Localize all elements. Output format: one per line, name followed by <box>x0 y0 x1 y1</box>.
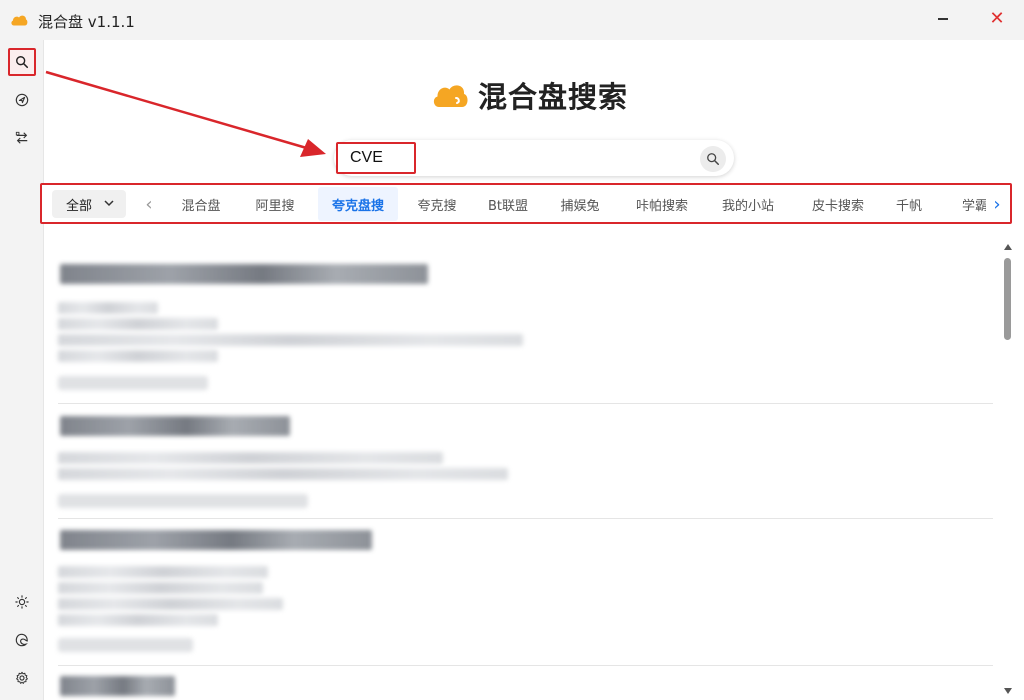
tab-source[interactable]: 捕娱兔 <box>551 187 609 221</box>
tabs-next-button[interactable]: › <box>986 189 1008 219</box>
close-button[interactable]: ✕ <box>986 8 1008 30</box>
tab-source[interactable]: 夸克盘搜 <box>318 187 398 221</box>
tab-source[interactable]: 皮卡搜索 <box>800 187 876 221</box>
results-list <box>44 240 1004 700</box>
sun-icon <box>15 595 29 609</box>
tab-source[interactable]: 混合盘 <box>166 187 236 221</box>
title-bar: 混合盘 v1.1.1 ✕ <box>0 0 1024 40</box>
scroll-down-arrow-icon[interactable] <box>1004 688 1012 694</box>
result-line <box>58 318 218 330</box>
cloud-logo-icon <box>11 15 28 26</box>
search-input[interactable] <box>336 142 416 174</box>
result-line <box>58 566 268 578</box>
results-scrollbar[interactable] <box>1002 240 1014 700</box>
minimize-icon <box>938 18 948 20</box>
gear-icon <box>16 671 28 684</box>
sidebar-item-theme[interactable] <box>8 588 36 616</box>
sidebar-item-send[interactable] <box>8 86 36 114</box>
chevron-down-icon <box>104 200 114 207</box>
result-line <box>58 452 443 464</box>
edge-icon <box>15 633 28 647</box>
result-line <box>58 302 158 314</box>
scroll-thumb[interactable] <box>1004 258 1011 340</box>
tab-source[interactable]: 千帆 <box>884 187 934 221</box>
sidebar-item-transfer[interactable] <box>8 124 36 152</box>
result-line <box>58 334 523 346</box>
source-tabs-bar: 全部 ‹ 混合盘 阿里搜 夸克盘搜 夸克搜 Bt联盟 捕娱兔 咔帕搜索 我的小站 皮卡搜索 千帆学… <box>40 183 1012 224</box>
result-tags <box>58 376 208 390</box>
minimize-button[interactable] <box>932 8 954 30</box>
search-bar <box>334 140 734 176</box>
search-button[interactable] <box>700 146 726 172</box>
result-title[interactable] <box>60 264 428 284</box>
result-line <box>58 582 263 594</box>
sidebar <box>0 40 44 700</box>
result-title[interactable] <box>60 676 175 696</box>
sidebar-item-edge[interactable] <box>8 626 36 654</box>
page-title: 混合盘搜索 <box>478 80 629 114</box>
result-title[interactable] <box>60 416 290 436</box>
result-tags <box>58 494 308 508</box>
tab-source[interactable]: 阿里搜 <box>242 187 308 221</box>
sidebar-item-settings[interactable] <box>8 664 36 692</box>
result-title[interactable] <box>60 530 372 550</box>
scroll-up-arrow-icon[interactable] <box>1004 244 1012 250</box>
sidebar-item-search[interactable] <box>8 48 36 76</box>
send-icon <box>15 93 29 107</box>
tab-source[interactable]: Bt联盟 <box>476 187 540 221</box>
tab-source[interactable]: 夸克搜 <box>407 187 467 221</box>
dropdown-label: 全部 <box>66 198 93 214</box>
search-icon <box>707 153 719 165</box>
brand-header: 混合盘搜索 <box>432 74 628 116</box>
search-icon <box>16 56 29 69</box>
result-line <box>58 614 218 626</box>
window-title: 混合盘 v1.1.1 <box>38 13 135 31</box>
source-dropdown[interactable]: 全部 <box>52 190 126 218</box>
tab-source[interactable]: 我的小站 <box>712 187 784 221</box>
result-line <box>58 350 218 362</box>
result-line <box>58 468 508 480</box>
main-content: 混合盘搜索 全部 ‹ 混合盘阿里搜夸克盘搜夸克搜 Bt联盟捕娱兔咔帕搜索我的小站皮… <box>40 40 1024 700</box>
tabs-prev-button[interactable]: ‹ <box>142 193 156 215</box>
divider <box>58 665 993 666</box>
result-line <box>58 598 283 610</box>
transfer-icon <box>15 131 28 144</box>
result-tags <box>58 638 193 652</box>
divider <box>58 403 993 404</box>
cloud-logo-icon <box>433 85 468 107</box>
divider <box>58 518 993 519</box>
tab-source[interactable]: 咔帕搜索 <box>622 187 702 221</box>
